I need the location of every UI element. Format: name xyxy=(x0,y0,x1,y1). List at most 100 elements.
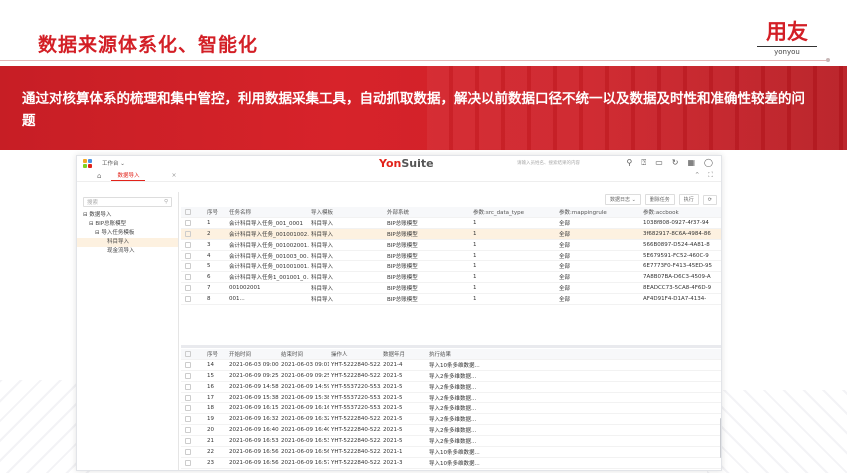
row-checkbox[interactable] xyxy=(185,361,191,368)
column-header[interactable]: 序号 xyxy=(205,350,227,358)
table-row[interactable]: 22 2021-06-09 16:56...2021-06-09 16:56...… xyxy=(181,447,721,458)
tree-node[interactable]: ⊟ 数据导入 xyxy=(77,211,178,220)
help-icon[interactable]: ⍰ xyxy=(641,158,646,168)
table-row[interactable]: 21 2021-06-09 16:53...2021-06-09 16:53...… xyxy=(181,436,721,448)
brand-part-a: Yon xyxy=(379,157,402,170)
collapse-icon[interactable]: ⌃ xyxy=(694,171,700,180)
logo-main-text: 用友 xyxy=(766,20,808,44)
grid-splitter[interactable] xyxy=(181,345,721,348)
select-all-checkbox[interactable] xyxy=(185,208,191,215)
column-header[interactable]: 开始时间 xyxy=(227,350,279,358)
row-checkbox[interactable] xyxy=(185,427,191,434)
table-cell: 2021-5 xyxy=(383,438,403,445)
column-header[interactable]: 导入模板 xyxy=(309,208,385,216)
row-checkbox[interactable] xyxy=(185,296,191,303)
row-checkbox[interactable] xyxy=(185,230,191,237)
row-checkbox[interactable] xyxy=(185,394,191,401)
row-checkbox[interactable] xyxy=(185,405,191,412)
table-row[interactable]: 2 会计科目导入任务_001001002... 科目导入 BIP总账模型 1 全部 3f68… xyxy=(181,228,721,240)
home-icon[interactable]: ⌂ xyxy=(97,172,101,180)
table-row[interactable]: 16 2021-06-09 14:58...2021-06-09 14:59...… xyxy=(181,382,721,393)
tree-search-input[interactable]: 搜索 ⚲ xyxy=(83,197,172,207)
left-tree-panel: 搜索 ⚲ ⊟ 数据导入 ⊟ BIP总账模型 ⊟ 导入任务模板 科目导入 现金流导入 xyxy=(77,192,179,470)
app-menu-icon[interactable] xyxy=(83,158,92,168)
column-header[interactable]: 操作人 xyxy=(329,350,381,358)
row-checkbox[interactable] xyxy=(185,252,191,259)
row-checkbox[interactable] xyxy=(185,448,191,455)
tab-data-import[interactable]: 数据导入 xyxy=(111,170,146,181)
row-checkbox[interactable] xyxy=(185,416,191,423)
row-checkbox[interactable] xyxy=(185,459,191,466)
workbench-menu[interactable]: 工作台 ⌄ xyxy=(102,159,125,167)
tree-node[interactable]: ⊟ BIP总账模型 xyxy=(77,220,178,229)
table-row[interactable]: 23 2021-06-09 16:56...2021-06-09 16:57...… xyxy=(181,458,721,469)
table-cell: 2021-06-09 16:53... xyxy=(281,438,329,445)
table-cell: 1038f808-0927-4f37-94 xyxy=(643,219,709,226)
table-cell: 20 xyxy=(207,427,214,434)
table-cell: 2021-5 xyxy=(383,416,403,423)
table-cell: 2021-5 xyxy=(383,394,403,401)
row-checkbox[interactable] xyxy=(185,274,191,281)
toolbar-button[interactable]: 执行 xyxy=(678,194,699,205)
calendar-icon[interactable]: ▦ xyxy=(687,158,695,168)
table-row[interactable]: 14 2021-06-03 09:00...2021-06-03 09:01...… xyxy=(181,360,721,371)
column-header[interactable]: 外部系统 xyxy=(385,208,471,216)
table-cell: 会计科目导入任务_001001002... xyxy=(229,231,309,238)
table-cell: 2021-5 xyxy=(383,405,403,412)
table-row[interactable]: 8 001... 科目导入 BIP总账模型 1 全部 AF4D91F4-D1A7-4134- xyxy=(181,294,721,306)
row-checkbox[interactable] xyxy=(185,219,191,226)
column-header[interactable]: 数据年月 xyxy=(381,350,427,358)
table-row[interactable]: 7 001002001 科目导入 BIP总账模型 1 全部 8EADCC73-5CA8-4F… xyxy=(181,283,721,295)
column-header[interactable]: 参数:accbook xyxy=(641,208,721,216)
tree-node[interactable]: 科目导入 xyxy=(77,238,178,247)
table-row[interactable]: 20 2021-06-09 16:40...2021-06-09 16:40...… xyxy=(181,425,721,437)
table-cell: YHT-5537220-553... xyxy=(331,394,381,401)
table-row[interactable]: 1 会计科目导入任务_001_0001 科目导入 BIP总账模型 1 全部 1038f808… xyxy=(181,218,721,229)
table-row[interactable]: 18 2021-06-09 16:15...2021-06-09 16:16...… xyxy=(181,403,721,415)
table-cell: 导入2条多维数据... xyxy=(429,406,477,413)
row-checkbox[interactable] xyxy=(185,285,191,292)
fullscreen-icon[interactable]: ⛶ xyxy=(708,171,713,180)
column-header[interactable]: 执行结果 xyxy=(427,350,507,358)
table-cell: 2021-06-09 09:25... xyxy=(281,372,329,379)
table-row[interactable]: 17 2021-06-09 15:38...2021-06-09 15:38...… xyxy=(181,393,721,404)
app-topbar: 工作台 ⌄ YonSuite 请输入员姓名、搜索结果的内容 ⚲ ⍰ ▭ ↻ ▦ … xyxy=(77,156,721,170)
tree-node[interactable]: 现金流导入 xyxy=(77,247,178,256)
table-row[interactable]: 15 2021-06-09 09:25...2021-06-09 09:25...… xyxy=(181,371,721,382)
row-checkbox[interactable] xyxy=(185,241,191,248)
close-icon[interactable]: × xyxy=(171,172,176,179)
message-icon[interactable]: ▭ xyxy=(655,158,663,168)
toolbar-button[interactable]: 删除任务 xyxy=(644,194,675,205)
refresh-icon[interactable]: ↻ xyxy=(672,158,679,168)
table-cell: 3f682917-8C6A-4984-86 xyxy=(643,230,711,237)
global-search-input[interactable]: 请输入员姓名、搜索结果的内容 xyxy=(517,160,580,166)
row-checkbox[interactable] xyxy=(185,372,191,379)
column-header[interactable]: 结束时间 xyxy=(279,350,329,358)
table-cell: YHT-5222840-522... xyxy=(331,361,381,368)
toolbar-button[interactable]: 数据日志 ⌄ xyxy=(604,194,641,205)
avatar[interactable]: ◯ xyxy=(704,158,713,168)
row-checkbox[interactable] xyxy=(185,438,191,445)
table-cell: 1 xyxy=(473,219,477,226)
table-row[interactable]: 19 2021-06-09 16:32...2021-06-09 16:32...… xyxy=(181,414,721,426)
table-row[interactable]: 6 会计科目导入任务1_001001_0... 科目导入 BIP总账模型 1 全部 7A8B… xyxy=(181,272,721,284)
row-checkbox[interactable] xyxy=(185,263,191,270)
search-icon[interactable]: ⚲ xyxy=(164,199,168,205)
table-cell: YHT-5537220-553... xyxy=(331,383,381,390)
table-cell: BIP总账模型 xyxy=(387,253,418,260)
tree-node[interactable]: ⊟ 导入任务模板 xyxy=(77,229,178,238)
table-row[interactable]: 5 会计科目导入任务_001001001... 科目导入 BIP总账模型 1 全部 6E77… xyxy=(181,261,721,273)
table-row[interactable]: 4 会计科目导入任务_001003_00... 科目导入 BIP总账模型 1 全部 5E67… xyxy=(181,251,721,262)
table-cell: 2021-4 xyxy=(383,361,403,368)
table-row[interactable]: 3 会计科目导入任务_001002001... 科目导入 BIP总账模型 1 全部 566B… xyxy=(181,240,721,251)
vertical-scrollbar[interactable] xyxy=(720,418,721,458)
search-icon[interactable]: ⚲ xyxy=(627,158,633,168)
column-header[interactable]: 参数:mappingrule xyxy=(557,208,641,216)
column-header[interactable]: 参数:src_data_type xyxy=(471,208,557,216)
column-header[interactable]: 序号 xyxy=(205,208,227,216)
toolbar-button[interactable]: ⟳ xyxy=(702,194,717,205)
select-all-checkbox[interactable] xyxy=(185,350,191,357)
column-header[interactable]: 任务名称 xyxy=(227,208,309,216)
table-cell: 导入2条多维数据... xyxy=(429,384,477,391)
row-checkbox[interactable] xyxy=(185,383,191,390)
